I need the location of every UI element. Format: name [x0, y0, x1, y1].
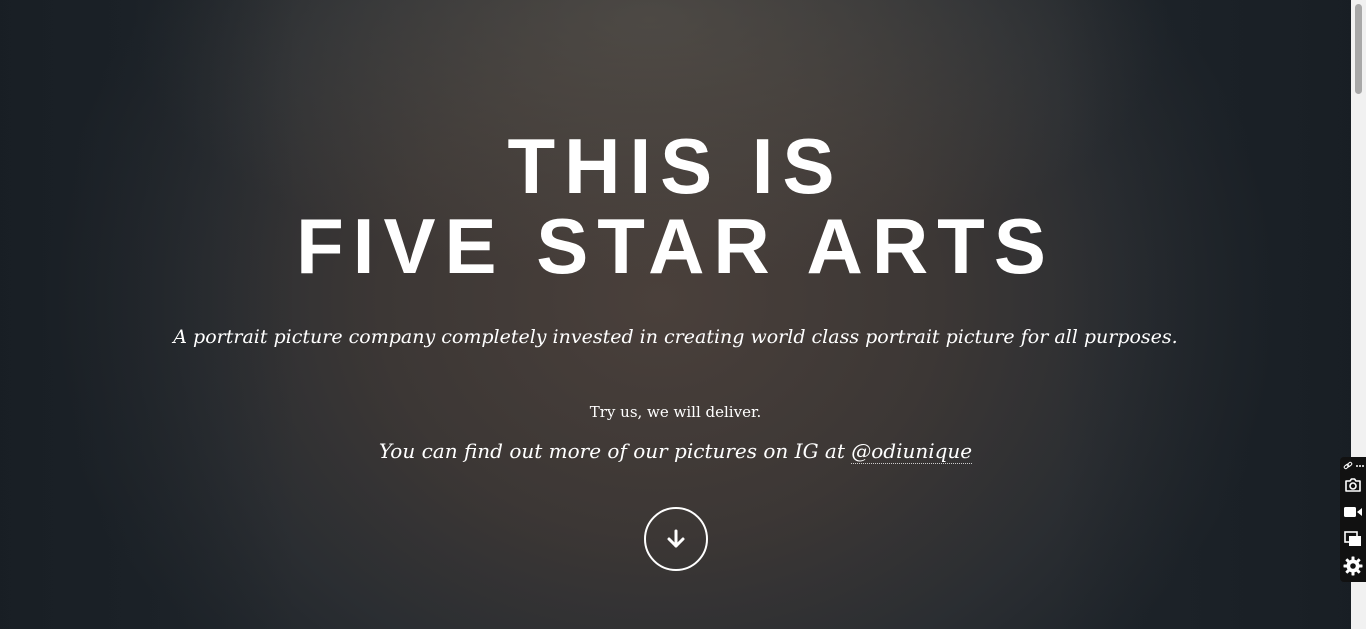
- scrollbar-thumb[interactable]: [1355, 4, 1362, 94]
- gear-icon: [1343, 556, 1363, 576]
- hero-tagline: Try us, we will deliver.: [589, 403, 762, 421]
- link-icon[interactable]: [1343, 461, 1353, 471]
- settings-button[interactable]: [1343, 556, 1363, 576]
- side-toolbar: [1340, 457, 1366, 582]
- window-icon: [1344, 531, 1361, 546]
- record-button[interactable]: [1343, 502, 1363, 522]
- browser-viewport: THIS IS FIVE STAR ARTS A portrait pictur…: [0, 0, 1366, 629]
- video-icon: [1344, 507, 1362, 517]
- instagram-line: You can find out more of our pictures on…: [0, 437, 1351, 465]
- hero-subtitle: A portrait picture company completely in…: [173, 326, 1178, 348]
- window-button[interactable]: [1343, 529, 1363, 549]
- page-title: THIS IS FIVE STAR ARTS: [0, 126, 1351, 286]
- scroll-down-button[interactable]: [644, 507, 708, 571]
- instagram-text: You can find out more of our pictures on…: [378, 439, 852, 463]
- instagram-handle-link[interactable]: @odiunique: [851, 439, 973, 464]
- more-icon[interactable]: [1355, 461, 1365, 471]
- arrow-down-icon: [667, 529, 685, 548]
- title-line-1: THIS IS: [507, 122, 844, 210]
- title-line-2: FIVE STAR ARTS: [296, 202, 1055, 290]
- screenshot-button[interactable]: [1343, 475, 1363, 495]
- camera-icon: [1345, 478, 1361, 492]
- toolbar-header: [1343, 460, 1365, 472]
